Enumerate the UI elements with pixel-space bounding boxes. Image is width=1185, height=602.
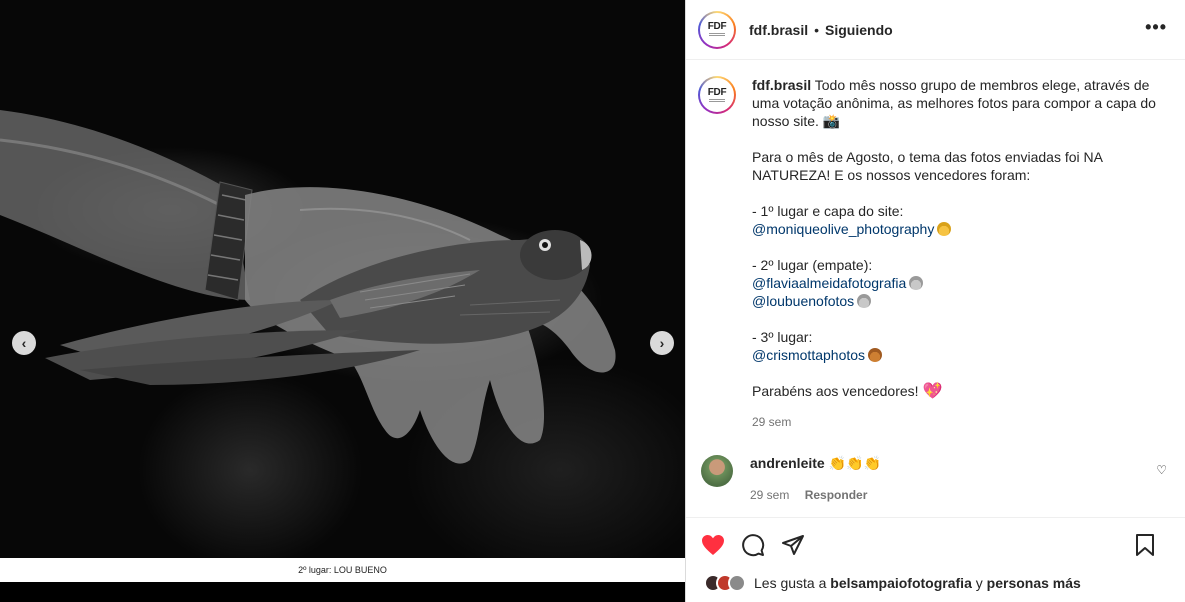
photo-caption-bar: 2º lugar: LOU BUENO (0, 558, 685, 582)
post-media: 2º lugar: LOU BUENO ‹ › (0, 0, 685, 602)
third-place-mention[interactable]: @crismottaphotos (752, 347, 865, 363)
likes-others-link[interactable]: personas más (987, 575, 1081, 591)
comments-area: FDF fdf.brasil Todo mês nosso grupo de m… (686, 60, 1185, 516)
chevron-left-icon: ‹ (21, 335, 27, 351)
commenter-avatar[interactable] (701, 455, 733, 487)
author-avatar[interactable]: FDF (698, 10, 736, 49)
chevron-right-icon: › (659, 335, 665, 351)
comment-bubble-icon (742, 533, 765, 556)
likes-user[interactable]: belsampaiofotografia (830, 575, 972, 591)
caption-author-avatar[interactable]: FDF (698, 76, 736, 114)
liker-avatars (704, 574, 746, 592)
second-place-mention-1[interactable]: @flaviaalmeidafotografia (752, 275, 906, 291)
more-options-icon[interactable]: ••• (1145, 18, 1167, 36)
comment-like-heart-icon[interactable]: ♡ (1156, 463, 1167, 477)
following-button[interactable]: Siguiendo (825, 22, 893, 38)
likes-middle: y (975, 575, 983, 591)
fdf-logo: FDF (707, 21, 727, 32)
previous-photo-button[interactable]: ‹ (12, 331, 36, 355)
likes-summary: Les gusta a belsampaiofotografia y perso… (704, 571, 1081, 595)
second-place-mention-2[interactable]: @loubuenofotos (752, 293, 854, 309)
post-photo (0, 0, 685, 558)
commenter-username[interactable]: andrenleite (750, 455, 825, 471)
comment-item: andrenleite 👏👏👏 29 sem Responder ♡ (698, 455, 1173, 502)
clapping-hands-icon: 👏👏👏 (828, 455, 881, 471)
media-bottom-strip (0, 582, 685, 602)
sparkling-heart-icon: 💖 (922, 383, 943, 400)
silver-medal-icon (909, 276, 924, 290)
paper-plane-icon (782, 534, 804, 555)
post-actions-bar (686, 517, 1185, 571)
second-place-label: - 2º lugar (empate): (752, 257, 873, 273)
third-place-label: - 3º lugar: (752, 329, 813, 345)
liker-avatar[interactable] (728, 574, 746, 592)
post-side-panel: FDF fdf.brasil • Siguiendo ••• FDF fdf.b… (685, 0, 1185, 602)
save-button[interactable] (1132, 532, 1158, 558)
next-photo-button[interactable]: › (650, 331, 674, 355)
post-caption: FDF fdf.brasil Todo mês nosso grupo de m… (698, 76, 1173, 431)
caption-intro: Todo mês nosso grupo de membros elege, a… (752, 77, 1156, 129)
post-header: FDF fdf.brasil • Siguiendo ••• (686, 0, 1185, 60)
author-username[interactable]: fdf.brasil (749, 22, 808, 38)
bronze-medal-icon (868, 348, 883, 362)
caption-timestamp[interactable]: 29 sem (752, 413, 1172, 431)
caption-theme: Para o mês de Agosto, o tema das fotos e… (752, 149, 1103, 183)
reply-button[interactable]: Responder (805, 488, 868, 502)
comment-timestamp[interactable]: 29 sem (750, 488, 789, 502)
first-place-mention[interactable]: @moniqueolive_photography (752, 221, 934, 237)
share-button[interactable] (780, 532, 806, 558)
caption-closing: Parabéns aos vencedores! (752, 383, 919, 399)
fdf-logo: FDF (707, 86, 727, 98)
comment-button[interactable] (740, 532, 766, 558)
hand-with-bird-illustration (0, 110, 616, 464)
bookmark-icon (1136, 533, 1154, 556)
post-modal: 2º lugar: LOU BUENO ‹ › FDF fdf.brasil •… (0, 0, 1185, 602)
caption-username[interactable]: fdf.brasil (752, 77, 811, 93)
first-place-label: - 1º lugar e capa do site: (752, 203, 904, 219)
likes-prefix: Les gusta a (754, 575, 827, 591)
photo-caption-text: 2º lugar: LOU BUENO (298, 565, 387, 575)
heart-filled-icon (702, 534, 724, 555)
like-button[interactable] (700, 532, 726, 558)
silver-medal-icon (857, 294, 872, 308)
gold-medal-icon (937, 222, 952, 236)
separator-dot: • (814, 21, 820, 38)
